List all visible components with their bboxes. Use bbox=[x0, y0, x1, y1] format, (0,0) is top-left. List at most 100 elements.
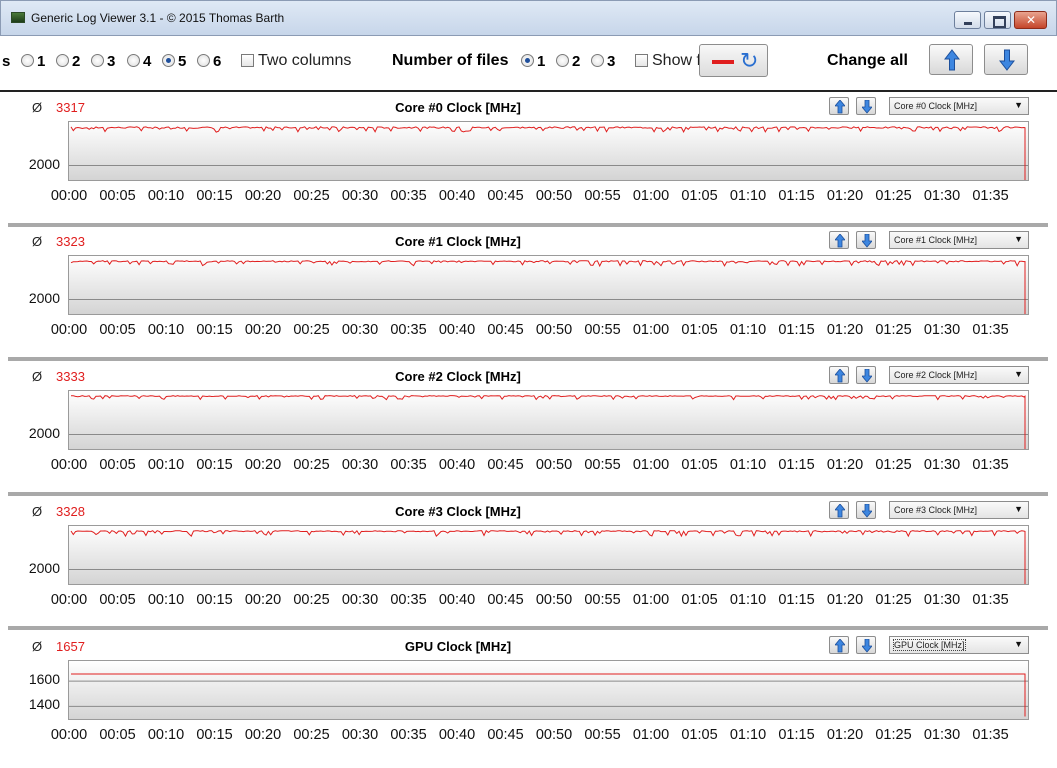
x-tick-label: 00:40 bbox=[438, 457, 476, 473]
panel-count-radio-3[interactable] bbox=[91, 54, 104, 67]
x-tick-label: 00:35 bbox=[390, 457, 427, 473]
minimize-button[interactable] bbox=[954, 11, 981, 29]
x-tick-label: 00:20 bbox=[244, 322, 282, 338]
close-button[interactable] bbox=[1014, 11, 1047, 29]
panel-count-radio-5[interactable] bbox=[162, 54, 175, 67]
arrow-up-icon bbox=[835, 369, 845, 383]
change-all-down-button[interactable] bbox=[984, 44, 1028, 75]
x-tick-label: 00:30 bbox=[341, 188, 379, 204]
x-tick-label: 01:20 bbox=[826, 322, 864, 338]
maximize-button[interactable] bbox=[984, 11, 1011, 29]
x-tick-label: 01:30 bbox=[923, 322, 961, 338]
files-radio-2[interactable] bbox=[556, 54, 569, 67]
series-line bbox=[71, 394, 1026, 449]
move-down-button[interactable] bbox=[856, 366, 876, 384]
series-select[interactable]: Core #3 Clock [MHz] ▼ bbox=[889, 501, 1029, 519]
x-tick-label: 01:10 bbox=[729, 457, 767, 473]
x-tick-label: 00:30 bbox=[341, 457, 379, 473]
move-down-button[interactable] bbox=[856, 636, 876, 654]
panel-separator bbox=[8, 223, 1048, 227]
move-down-button[interactable] bbox=[856, 501, 876, 519]
x-tick-label: 01:30 bbox=[923, 727, 961, 743]
x-tick-label: 01:30 bbox=[923, 592, 961, 608]
move-down-button[interactable] bbox=[856, 231, 876, 249]
x-tick-label: 00:15 bbox=[196, 592, 233, 608]
chevron-down-icon: ▼ bbox=[1014, 639, 1023, 649]
series-select[interactable]: GPU Clock [MHz] ▼ bbox=[889, 636, 1029, 654]
x-tick-label: 00:50 bbox=[535, 188, 573, 204]
line-style-button[interactable]: ↻ bbox=[699, 44, 768, 77]
panel-count-label-3: 3 bbox=[107, 53, 116, 70]
x-tick-label: 01:30 bbox=[923, 188, 961, 204]
x-tick-label: 00:05 bbox=[99, 592, 136, 608]
x-tick-label: 00:05 bbox=[99, 457, 136, 473]
x-tick-label: 00:30 bbox=[341, 592, 379, 608]
y-tick-label: 2000 bbox=[28, 155, 60, 172]
x-tick-label: 00:10 bbox=[147, 322, 185, 338]
x-tick-label: 01:05 bbox=[681, 322, 718, 338]
plot-area bbox=[68, 525, 1029, 585]
change-all-up-button[interactable] bbox=[929, 44, 973, 75]
x-tick-label: 00:35 bbox=[390, 188, 427, 204]
move-up-button[interactable] bbox=[829, 97, 849, 115]
title-bar: Generic Log Viewer 3.1 - © 2015 Thomas B… bbox=[0, 0, 1057, 36]
x-tick-label: 01:35 bbox=[972, 322, 1009, 338]
average-symbol: Ø bbox=[32, 504, 43, 519]
chart-panel: Ø 3333 Core #2 Clock [MHz] Core #2 Clock… bbox=[8, 363, 1048, 490]
x-tick-label: 00:25 bbox=[293, 592, 330, 608]
show-label: Show f bbox=[652, 52, 701, 69]
y-tick-label: 1400 bbox=[28, 696, 60, 713]
x-tick-label: 01:00 bbox=[632, 457, 670, 473]
x-tick-label: 00:55 bbox=[584, 322, 621, 338]
x-tick-label: 00:55 bbox=[584, 188, 621, 204]
plot-area bbox=[68, 121, 1029, 181]
chart-panel: Ø 3317 Core #0 Clock [MHz] Core #0 Clock… bbox=[8, 94, 1048, 221]
series-select-value: GPU Clock [MHz] bbox=[893, 639, 966, 651]
files-radio-3[interactable] bbox=[591, 54, 604, 67]
x-tick-label: 00:15 bbox=[196, 457, 233, 473]
move-down-button[interactable] bbox=[856, 97, 876, 115]
move-up-button[interactable] bbox=[829, 366, 849, 384]
x-tick-label: 01:15 bbox=[778, 592, 815, 608]
x-tick-label: 00:00 bbox=[50, 188, 88, 204]
y-tick-label: 1600 bbox=[28, 671, 60, 688]
x-tick-label: 01:15 bbox=[778, 322, 815, 338]
move-up-button[interactable] bbox=[829, 501, 849, 519]
files-radio-1[interactable] bbox=[521, 54, 534, 67]
panel-count-radio-4[interactable] bbox=[127, 54, 140, 67]
arrow-down-icon bbox=[862, 100, 872, 114]
x-tick-label: 01:10 bbox=[729, 322, 767, 338]
series-select[interactable]: Core #1 Clock [MHz] ▼ bbox=[889, 231, 1029, 249]
y-tick-label: 2000 bbox=[28, 559, 60, 576]
move-up-button[interactable] bbox=[829, 636, 849, 654]
x-tick-label: 00:35 bbox=[390, 592, 427, 608]
x-tick-label: 01:00 bbox=[632, 188, 670, 204]
show-checkbox[interactable] bbox=[635, 54, 648, 67]
average-symbol: Ø bbox=[32, 369, 43, 384]
x-tick-label: 01:05 bbox=[681, 727, 718, 743]
x-tick-label: 00:25 bbox=[293, 727, 330, 743]
panel-count-radio-1[interactable] bbox=[21, 54, 34, 67]
average-value: 3328 bbox=[56, 504, 85, 519]
series-select[interactable]: Core #0 Clock [MHz] ▼ bbox=[889, 97, 1029, 115]
line-chart bbox=[69, 394, 1028, 449]
arrow-down-icon bbox=[862, 504, 872, 518]
number-of-files-label: Number of files bbox=[392, 52, 509, 69]
files-label-1: 1 bbox=[537, 53, 546, 70]
arrow-up-icon bbox=[835, 504, 845, 518]
two-columns-checkbox[interactable] bbox=[241, 54, 254, 67]
move-up-button[interactable] bbox=[829, 231, 849, 249]
panel-count-radio-6[interactable] bbox=[197, 54, 210, 67]
x-tick-label: 00:40 bbox=[438, 727, 476, 743]
average-symbol: Ø bbox=[32, 234, 43, 249]
average-value: 3317 bbox=[56, 100, 85, 115]
series-select[interactable]: Core #2 Clock [MHz] ▼ bbox=[889, 366, 1029, 384]
panel-separator bbox=[8, 492, 1048, 496]
files-label-3: 3 bbox=[607, 53, 616, 70]
x-tick-label: 00:20 bbox=[244, 188, 282, 204]
x-tick-label: 00:40 bbox=[438, 322, 476, 338]
x-tick-label: 01:00 bbox=[632, 727, 670, 743]
panel-count-radio-2[interactable] bbox=[56, 54, 69, 67]
x-tick-label: 00:50 bbox=[535, 322, 573, 338]
x-tick-label: 00:10 bbox=[147, 188, 185, 204]
